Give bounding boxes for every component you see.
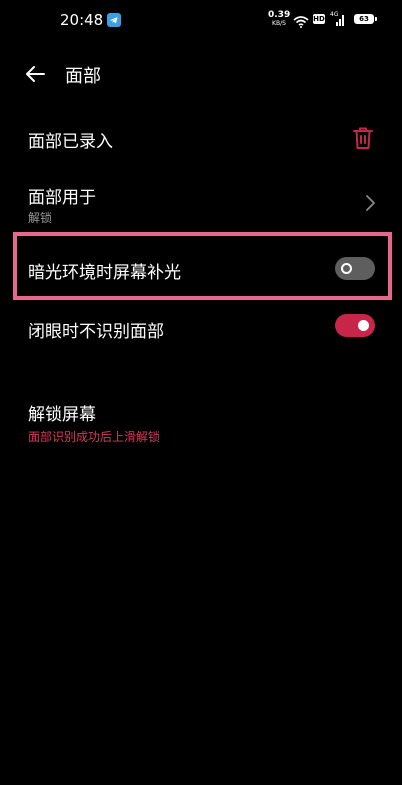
highlight-frame bbox=[13, 232, 392, 300]
eyes-closed-toggle[interactable] bbox=[335, 314, 375, 337]
battery-tip bbox=[375, 17, 377, 21]
eyes-closed-row: 闭眼时不识别面部 bbox=[0, 302, 402, 354]
status-time: 20:48 bbox=[60, 11, 104, 29]
toggle-knob bbox=[358, 320, 369, 331]
face-used-for-label: 面部用于 bbox=[28, 188, 96, 208]
signal-icon: 4G bbox=[330, 11, 344, 26]
hd-icon: HD bbox=[313, 14, 325, 24]
status-bar: 20:48 0.39 KB/S HD 4G 63 bbox=[0, 0, 402, 40]
eyes-closed-label: 闭眼时不识别面部 bbox=[28, 322, 164, 342]
chevron-right-icon bbox=[364, 194, 376, 212]
face-enrolled-label: 面部已录入 bbox=[28, 132, 113, 152]
arrow-left-icon[interactable] bbox=[24, 63, 46, 85]
battery-icon: 63 bbox=[354, 14, 374, 24]
trash-icon[interactable] bbox=[352, 126, 374, 150]
unlock-screen-value: 面部识别成功后上滑解锁 bbox=[28, 430, 161, 444]
network-speed: 0.39 KB/S bbox=[268, 11, 290, 27]
page-title: 面部 bbox=[65, 66, 101, 87]
face-enrolled-row: 面部已录入 bbox=[0, 112, 402, 164]
face-used-for-row[interactable]: 面部用于 解锁 bbox=[0, 172, 402, 232]
unlock-screen-label: 解锁屏幕 bbox=[28, 405, 96, 425]
telegram-icon bbox=[107, 13, 121, 27]
header: 面部 bbox=[0, 55, 402, 93]
network-speed-unit: KB/S bbox=[272, 20, 286, 27]
unlock-screen-row[interactable]: 解锁屏幕 面部识别成功后上滑解锁 bbox=[0, 388, 402, 452]
face-used-for-value: 解锁 bbox=[28, 211, 53, 225]
network-speed-value: 0.39 bbox=[268, 10, 291, 20]
wifi-icon bbox=[293, 13, 309, 32]
network-type-label: 4G bbox=[330, 11, 339, 18]
